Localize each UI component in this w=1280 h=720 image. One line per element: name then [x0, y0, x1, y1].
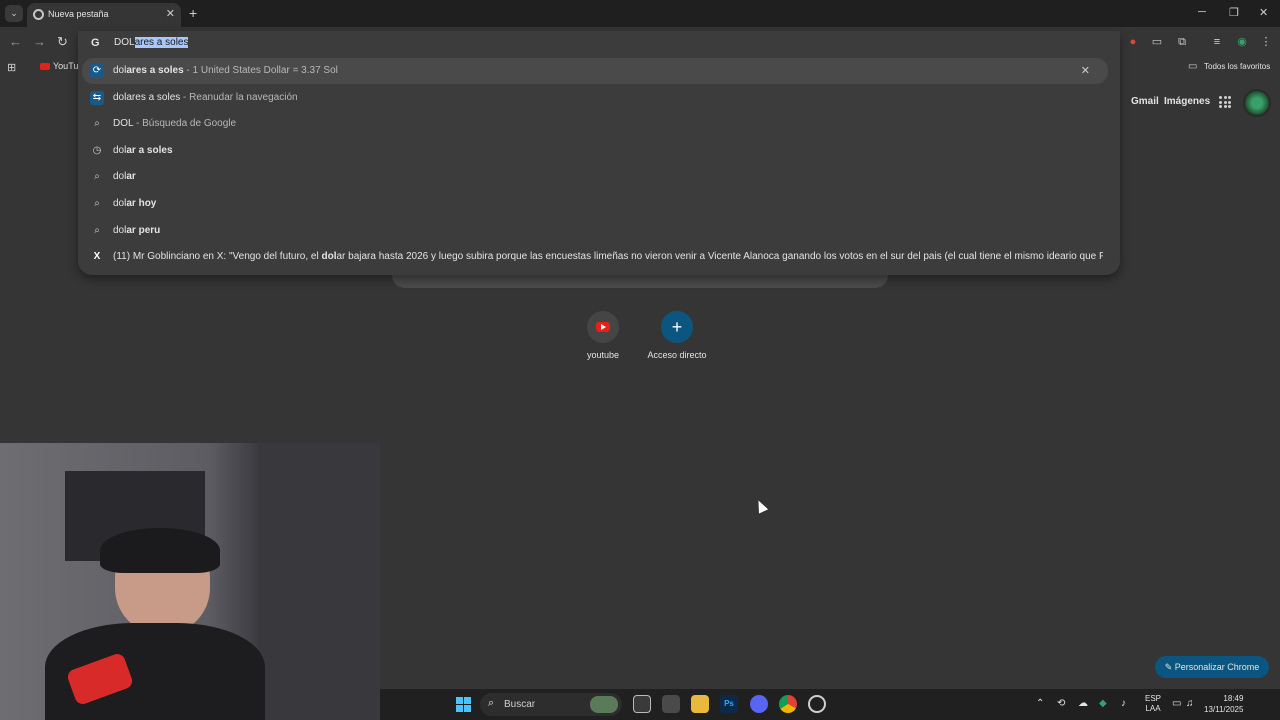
typed-text: DOL	[114, 37, 135, 48]
suggestion-text: dolares a soles - 1 United States Dollar…	[113, 65, 338, 76]
reload-icon[interactable]: ↻	[57, 34, 68, 50]
suggestion-row[interactable]: ⌕ dolar hoy	[78, 191, 1120, 217]
forward-icon[interactable]: →	[33, 34, 46, 49]
shortcut-youtube[interactable]: youtube	[563, 311, 643, 360]
shortcut-label: youtube	[586, 350, 620, 360]
task-view-icon[interactable]	[633, 695, 651, 713]
language-indicator[interactable]: ESP LAA	[1145, 694, 1161, 714]
omnibox-dropdown: G DOLares a soles ⟳ dolares a soles - 1 …	[78, 31, 1120, 275]
journeys-icon: ⇆	[90, 91, 104, 105]
customize-label: Personalizar Chrome	[1174, 662, 1260, 672]
suggestion-text: dolar peru	[113, 225, 161, 236]
tab-search-button[interactable]: ⌄	[5, 5, 23, 22]
close-window-button[interactable]: ✕	[1259, 6, 1268, 19]
discord-icon[interactable]	[750, 695, 768, 713]
chrome-icon[interactable]	[779, 695, 797, 713]
restore-button[interactable]: ❐	[1229, 6, 1239, 19]
google-apps-icon[interactable]	[1219, 96, 1231, 108]
remove-suggestion-icon[interactable]: ✕	[1081, 64, 1090, 77]
network-icon[interactable]: ▭	[1172, 698, 1181, 709]
extensions-puzzle-icon[interactable]: ⧉	[1175, 35, 1189, 49]
media-controls-icon[interactable]: ≡	[1210, 35, 1224, 49]
app-icon[interactable]	[662, 695, 680, 713]
youtube-icon	[596, 322, 610, 332]
security-icon[interactable]: ◆	[1099, 698, 1107, 709]
suggestion-text: dolares a soles - Reanudar la navegación	[113, 92, 298, 103]
suggestion-text: dolar	[113, 171, 136, 182]
search-icon: ⌕	[94, 225, 100, 236]
back-icon[interactable]: ←	[9, 34, 22, 49]
suggestion-row[interactable]: ⟳ dolares a soles - 1 United States Doll…	[82, 58, 1108, 84]
cloud-icon[interactable]: ☁	[1078, 698, 1088, 709]
shortcut-label: Acceso directo	[647, 350, 707, 360]
bookmark-youtube[interactable]: YouTu	[53, 61, 78, 71]
clock[interactable]: 18:49 13/11/2025	[1204, 693, 1243, 715]
minimize-button[interactable]: ─	[1198, 6, 1206, 18]
suggestion-text: dolar hoy	[113, 198, 157, 209]
currency-icon: ⟳	[90, 64, 104, 78]
chevron-up-icon[interactable]: ⌃	[1036, 698, 1044, 709]
youtube-icon	[40, 63, 50, 70]
search-icon: ⌕	[94, 118, 100, 129]
microphone-icon[interactable]: ♪	[1121, 698, 1126, 709]
omnibox-input[interactable]: DOLares a soles	[114, 37, 189, 48]
suggestion-text: (11) Mr Goblinciano en X: "Vengo del fut…	[113, 251, 1103, 262]
photoshop-icon[interactable]: Ps	[720, 695, 738, 713]
plus-icon: +	[661, 311, 693, 343]
suggestion-text: DOL - Búsqueda de Google	[113, 118, 237, 129]
all-bookmarks[interactable]: Todos los favoritos	[1204, 62, 1270, 71]
search-highlight-icon	[590, 696, 618, 713]
suggestion-row[interactable]: ⌕ DOL - Búsqueda de Google	[78, 111, 1120, 137]
tab-strip: ⌄ Nueva pestaña ✕ + ─ ❐ ✕	[0, 0, 1280, 27]
sync-icon[interactable]: ⟲	[1057, 698, 1065, 709]
webcam-overlay	[0, 443, 380, 720]
taskbar-search[interactable]: ⌕ Buscar	[480, 693, 622, 716]
google-g-icon: G	[91, 37, 100, 49]
images-link[interactable]: Imágenes	[1164, 96, 1210, 107]
customize-chrome-button[interactable]: ✎ Personalizar Chrome	[1155, 656, 1269, 678]
mouse-cursor	[753, 498, 769, 514]
new-tab-button[interactable]: +	[189, 5, 197, 21]
search-icon: ⌕	[488, 697, 495, 709]
volume-icon[interactable]: ♫	[1186, 698, 1194, 709]
suggestion-row[interactable]: ⌕ dolar	[78, 164, 1120, 190]
autocomplete-selection: ares a soles	[134, 37, 189, 48]
folder-icon: ▭	[1188, 61, 1198, 72]
apps-grid-icon[interactable]: ⊞	[7, 61, 16, 74]
door	[258, 443, 380, 720]
tab-close-icon[interactable]: ✕	[166, 7, 175, 20]
person-hair	[100, 528, 220, 573]
avatar[interactable]	[1243, 89, 1271, 117]
suggestion-row[interactable]: ⇆ dolares a soles - Reanudar la navegaci…	[78, 85, 1120, 111]
tab-title: Nueva pestaña	[48, 9, 109, 19]
search-placeholder: Buscar	[504, 699, 536, 710]
taskbar: ⌕ Buscar Ps ⌃ ⟲ ☁ ◆ ♪ ESP LAA ▭ ♫ 18:49 13…	[380, 689, 1280, 720]
file-explorer-icon[interactable]	[691, 695, 709, 713]
suggestion-row[interactable]: X (11) Mr Goblinciano en X: "Vengo del f…	[78, 244, 1120, 270]
shortcut-tile	[587, 311, 619, 343]
shortcut-tile: +	[661, 311, 693, 343]
tab-new-tab[interactable]: Nueva pestaña ✕	[27, 3, 181, 27]
pencil-icon: ✎	[1164, 662, 1173, 672]
suggestion-row[interactable]: ⌕ dolar peru	[78, 218, 1120, 244]
chrome-favicon-icon	[33, 9, 44, 20]
x-twitter-icon: X	[93, 251, 101, 262]
gmail-link[interactable]: Gmail	[1131, 96, 1159, 107]
search-icon: ⌕	[94, 198, 100, 209]
suggestion-row[interactable]: ◷ dolar a soles	[78, 138, 1120, 164]
extension-icon[interactable]: ▭	[1150, 35, 1164, 49]
extension-icon[interactable]: ●	[1126, 35, 1140, 49]
menu-kebab-icon[interactable]: ⋮	[1259, 35, 1273, 49]
windows-start-icon[interactable]	[456, 697, 471, 712]
search-icon: ⌕	[94, 171, 100, 182]
history-icon: ◷	[92, 145, 102, 156]
app-icon[interactable]	[808, 695, 826, 713]
shortcut-add[interactable]: + Acceso directo	[637, 311, 717, 360]
suggestion-text: dolar a soles	[113, 145, 173, 156]
profile-icon[interactable]: ◉	[1235, 35, 1249, 49]
